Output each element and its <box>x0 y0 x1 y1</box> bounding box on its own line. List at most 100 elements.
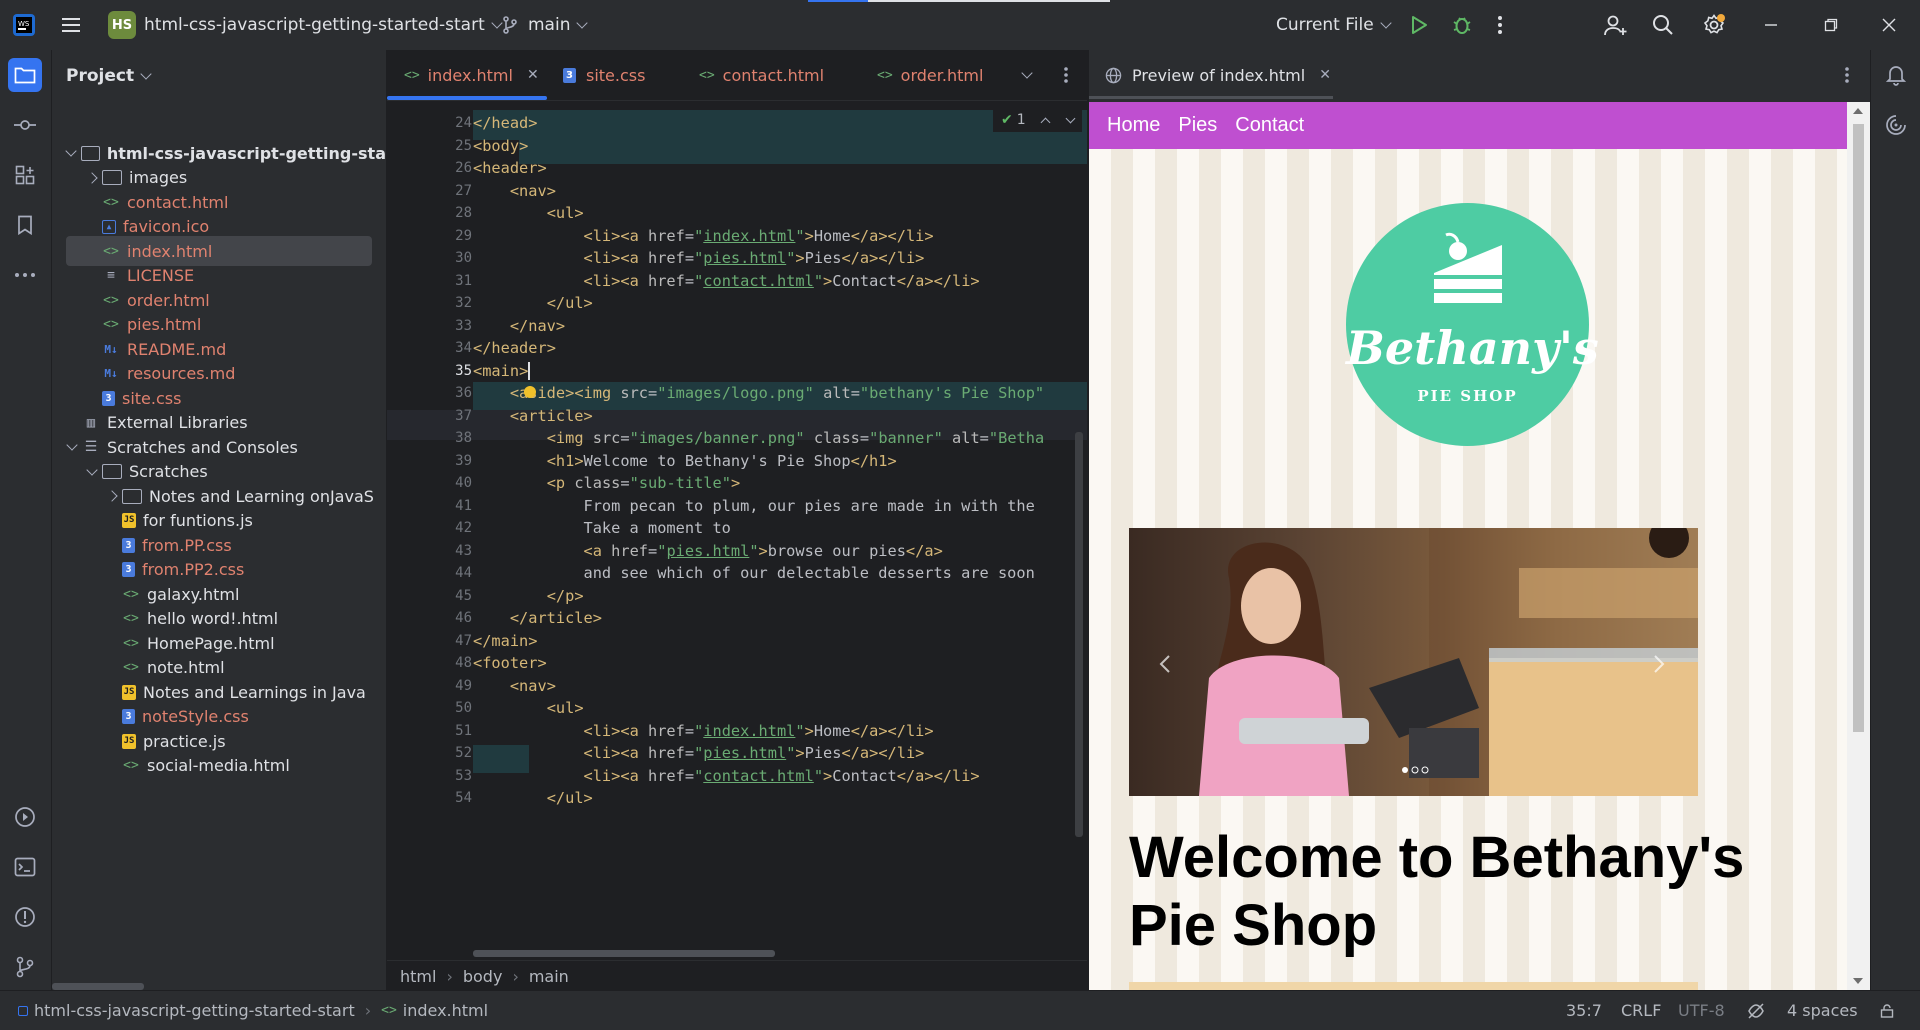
line-number[interactable]: 24 <box>387 115 472 131</box>
tab-order-html[interactable]: <> order.html <box>877 50 983 100</box>
add-user-icon[interactable] <box>1604 0 1628 50</box>
line-number[interactable]: 33 <box>387 318 472 334</box>
line-number[interactable]: 42 <box>387 520 472 536</box>
code-line[interactable]: <main> <box>473 362 531 380</box>
chevron-down-icon[interactable] <box>86 463 98 476</box>
nav-link-contact[interactable]: Contact <box>1235 114 1304 137</box>
chevron-right-icon[interactable] <box>106 490 118 502</box>
code-line[interactable]: <footer> <box>473 654 547 672</box>
git-tool-icon[interactable] <box>8 950 42 984</box>
code-line[interactable]: and see which of our delectable desserts… <box>473 564 1035 582</box>
line-number[interactable]: 37 <box>387 408 472 424</box>
line-number[interactable]: 52 <box>387 745 472 761</box>
horizontal-scrollbar[interactable] <box>52 983 144 990</box>
intention-bulb-icon[interactable] <box>524 386 536 398</box>
line-number[interactable]: 26 <box>387 160 472 176</box>
tree-item[interactable]: <> social-media.html <box>52 751 386 781</box>
minimize-icon[interactable] <box>1764 0 1778 50</box>
code-line[interactable]: </main> <box>473 632 537 650</box>
line-number[interactable]: 46 <box>387 610 472 626</box>
breadcrumb-item[interactable]: body <box>463 967 503 986</box>
line-number[interactable]: 43 <box>387 543 472 559</box>
code-line[interactable]: <img src="images/banner.png" class="bann… <box>473 429 1044 447</box>
code-line[interactable]: <ul> <box>473 699 584 717</box>
ai-assistant-icon[interactable] <box>1879 108 1913 142</box>
line-number[interactable]: 50 <box>387 700 472 716</box>
commit-tool-icon[interactable] <box>8 108 42 142</box>
preview-scrollbar[interactable] <box>1847 102 1870 990</box>
tab-site-css[interactable]: 3 site.css <box>563 50 645 100</box>
code-line[interactable]: </p> <box>473 587 584 605</box>
code-line[interactable]: <nav> <box>473 182 556 200</box>
code-line[interactable]: Take a moment to <box>473 519 731 537</box>
close-tab-icon[interactable]: ✕ <box>527 67 539 83</box>
line-number[interactable]: 39 <box>387 453 472 469</box>
code-line[interactable]: <li><a href="contact.html">Contact</a></… <box>473 272 980 290</box>
chevron-down-icon[interactable] <box>65 145 77 157</box>
notifications-bell-icon[interactable] <box>1879 58 1913 92</box>
tab-list-chevron-icon[interactable] <box>1021 50 1033 100</box>
line-number[interactable]: 35 <box>387 363 472 379</box>
project-panel-title[interactable]: Project <box>66 50 152 102</box>
code-line[interactable]: <h1>Welcome to Bethany's Pie Shop</h1> <box>473 452 897 470</box>
more-tools-icon[interactable] <box>8 258 42 292</box>
code-line[interactable]: <header> <box>473 159 547 177</box>
search-icon[interactable] <box>1652 0 1674 50</box>
line-number[interactable]: 29 <box>387 228 472 244</box>
code-line[interactable]: </head> <box>473 114 537 132</box>
line-number[interactable]: 41 <box>387 498 472 514</box>
code-line[interactable]: <li><a href="index.html">Home</a></li> <box>473 227 934 245</box>
run-config-selector[interactable]: Current File <box>1276 0 1392 50</box>
code-line[interactable]: <li><a href="pies.html">Pies</a></li> <box>473 249 925 267</box>
code-line[interactable]: </article> <box>473 609 602 627</box>
line-number[interactable]: 38 <box>387 430 472 446</box>
line-number[interactable]: 27 <box>387 183 472 199</box>
app-logo-icon[interactable]: WS <box>13 0 35 50</box>
line-number[interactable]: 48 <box>387 655 472 671</box>
tab-preview[interactable]: Preview of index.html ✕ <box>1105 66 1331 85</box>
code-line[interactable]: From pecan to plum, our pies are made in… <box>473 497 1035 515</box>
project-switcher[interactable]: HS html-css-javascript-getting-started-s… <box>108 0 503 50</box>
line-number[interactable]: 31 <box>387 273 472 289</box>
branch-switcher[interactable]: main <box>502 0 589 50</box>
code-line[interactable]: <body> <box>473 137 528 155</box>
inspection-widget[interactable]: ✔ 1 <box>993 108 1082 132</box>
line-number[interactable]: 49 <box>387 678 472 694</box>
chevron-up-icon[interactable] <box>1040 117 1051 127</box>
code-line[interactable]: <article> <box>473 407 593 425</box>
line-number[interactable]: 40 <box>387 475 472 491</box>
main-menu-icon[interactable] <box>60 0 82 50</box>
line-number[interactable]: 45 <box>387 588 472 604</box>
line-number[interactable]: 51 <box>387 723 472 739</box>
code-line[interactable]: <a href="pies.html">browse our pies</a> <box>473 542 943 560</box>
horizontal-scrollbar[interactable] <box>473 950 775 957</box>
tab-index-html[interactable]: <> index.html ✕ <box>404 50 539 100</box>
bookmarks-tool-icon[interactable] <box>8 208 42 242</box>
code-line[interactable]: </header> <box>473 339 556 357</box>
code-line[interactable]: <p class="sub-title"> <box>473 474 740 492</box>
status-encoding[interactable]: UTF-8 <box>1678 991 1725 1030</box>
vertical-scrollbar[interactable] <box>1075 432 1083 837</box>
line-number[interactable]: 44 <box>387 565 472 581</box>
line-number[interactable]: 53 <box>387 768 472 784</box>
code-line[interactable]: <aside><img src="images/logo.png" alt="b… <box>473 384 1044 402</box>
scrollbar-thumb[interactable] <box>1853 124 1864 732</box>
chevron-right-icon[interactable] <box>86 171 98 184</box>
code-line[interactable]: </nav> <box>473 317 565 335</box>
readonly-lock-icon[interactable] <box>1880 1004 1894 1018</box>
line-number[interactable]: 34 <box>387 340 472 356</box>
code-line[interactable]: </ul> <box>473 789 593 807</box>
code-line[interactable]: <li><a href="pies.html">Pies</a></li> <box>473 744 925 762</box>
code-line[interactable]: <ul> <box>473 204 584 222</box>
code-line[interactable]: <nav> <box>473 677 556 695</box>
status-position[interactable]: 35:7 <box>1566 991 1602 1030</box>
inspections-off-icon[interactable] <box>1747 1002 1765 1020</box>
code-line[interactable]: <li><a href="contact.html">Contact</a></… <box>473 767 980 785</box>
status-line-ending[interactable]: CRLF <box>1621 991 1661 1030</box>
structure-tool-icon[interactable] <box>8 158 42 192</box>
status-indent[interactable]: 4 spaces <box>1787 991 1858 1030</box>
services-tool-icon[interactable] <box>8 800 42 834</box>
preview-more-icon[interactable] <box>1844 66 1850 84</box>
settings-gear-icon[interactable] <box>1702 0 1726 50</box>
status-file[interactable]: index.html <box>403 1001 488 1020</box>
